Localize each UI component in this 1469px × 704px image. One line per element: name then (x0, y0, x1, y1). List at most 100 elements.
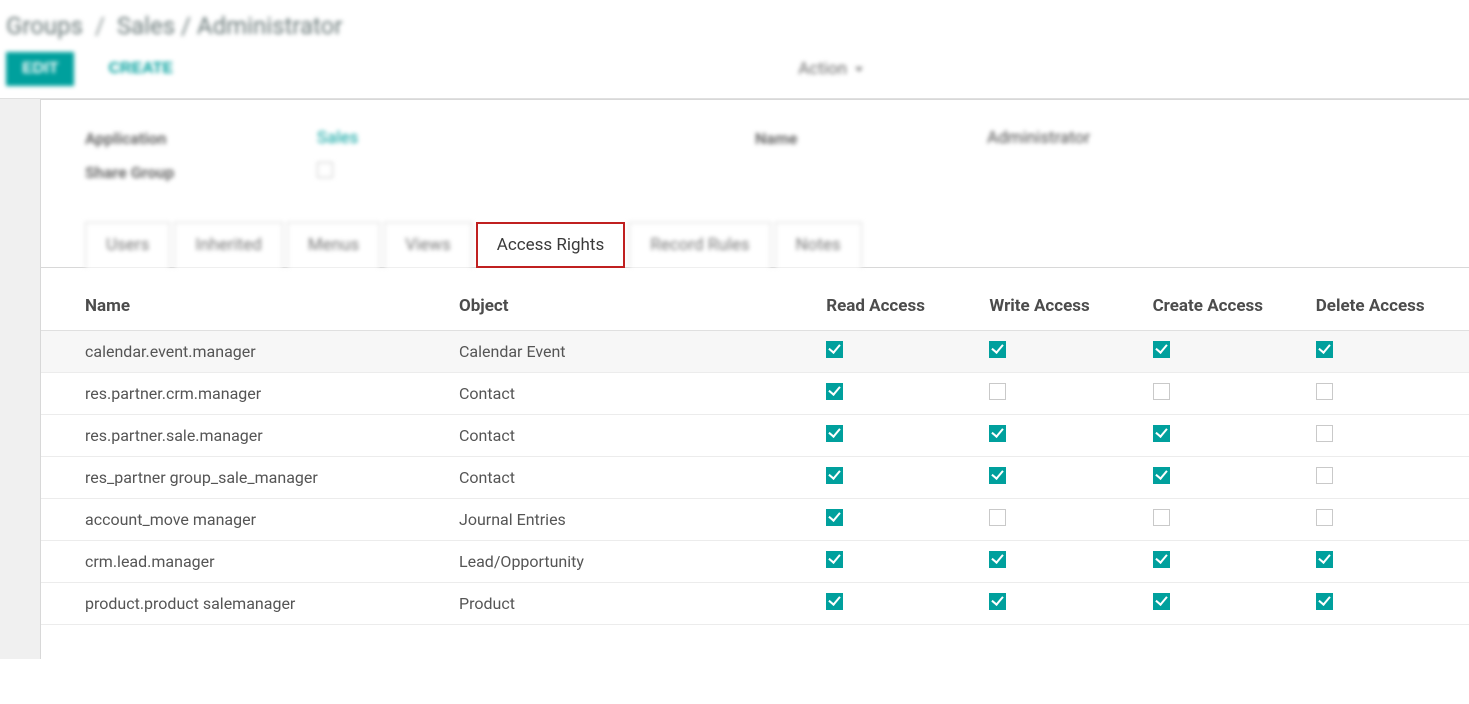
name-label: Name (755, 129, 987, 148)
breadcrumb-current: Sales / Administrator (117, 12, 343, 40)
cell-read (816, 373, 979, 415)
cell-create (1143, 415, 1306, 457)
cell-name: res.partner.sale.manager (41, 415, 449, 457)
cell-name: product.product salemanager (41, 583, 449, 625)
cell-read (816, 331, 979, 373)
col-delete[interactable]: Delete Access (1306, 268, 1469, 331)
tab-notes[interactable]: Notes (775, 222, 862, 268)
cell-object: Contact (449, 415, 816, 457)
cell-read (816, 415, 979, 457)
cell-create (1143, 541, 1306, 583)
tab-views[interactable]: Views (384, 222, 472, 268)
cell-create (1143, 583, 1306, 625)
checkbox-icon[interactable] (826, 551, 843, 568)
cell-write (979, 457, 1142, 499)
checkbox-icon[interactable] (1316, 383, 1333, 400)
checkbox-icon[interactable] (989, 509, 1006, 526)
table-row[interactable]: product.product salemanagerProduct (41, 583, 1469, 625)
tab-users[interactable]: Users (85, 222, 170, 268)
cell-write (979, 373, 1142, 415)
cell-delete (1306, 499, 1469, 541)
checkbox-icon[interactable] (1153, 425, 1170, 442)
cell-create (1143, 331, 1306, 373)
table-row[interactable]: res.partner.sale.managerContact (41, 415, 1469, 457)
table-row[interactable]: crm.lead.managerLead/Opportunity (41, 541, 1469, 583)
cell-create (1143, 499, 1306, 541)
checkbox-icon[interactable] (989, 467, 1006, 484)
cell-object: Calendar Event (449, 331, 816, 373)
cell-object: Journal Entries (449, 499, 816, 541)
application-label: Application (85, 129, 317, 148)
table-row[interactable]: calendar.event.managerCalendar Event (41, 331, 1469, 373)
checkbox-icon[interactable] (1153, 551, 1170, 568)
cell-delete (1306, 373, 1469, 415)
col-read[interactable]: Read Access (816, 268, 979, 331)
checkbox-icon[interactable] (1316, 551, 1333, 568)
col-create[interactable]: Create Access (1143, 268, 1306, 331)
cell-delete (1306, 457, 1469, 499)
checkbox-icon[interactable] (1316, 425, 1333, 442)
cell-object: Lead/Opportunity (449, 541, 816, 583)
checkbox-icon[interactable] (826, 593, 843, 610)
col-write[interactable]: Write Access (979, 268, 1142, 331)
checkbox-icon[interactable] (989, 425, 1006, 442)
checkbox-icon[interactable] (826, 509, 843, 526)
access-rights-table: Name Object Read Access Write Access Cre… (41, 268, 1469, 625)
tab-access-rights[interactable]: Access Rights (476, 222, 626, 268)
col-name[interactable]: Name (41, 268, 449, 331)
create-button[interactable]: CREATE (92, 52, 189, 86)
checkbox-icon[interactable] (989, 341, 1006, 358)
checkbox-icon[interactable] (989, 593, 1006, 610)
cell-read (816, 541, 979, 583)
breadcrumb: Groups / Sales / Administrator (6, 12, 1463, 52)
checkbox-icon[interactable] (826, 467, 843, 484)
checkbox-icon[interactable] (826, 383, 843, 400)
checkbox-icon[interactable] (826, 425, 843, 442)
tab-bar: Users Inherited Menus Views Access Right… (41, 221, 1469, 268)
col-object[interactable]: Object (449, 268, 816, 331)
cell-write (979, 541, 1142, 583)
cell-create (1143, 373, 1306, 415)
checkbox-icon[interactable] (989, 551, 1006, 568)
checkbox-icon[interactable] (1316, 509, 1333, 526)
table-row[interactable]: res.partner.crm.managerContact (41, 373, 1469, 415)
action-label: Action (798, 59, 847, 79)
checkbox-icon[interactable] (1153, 509, 1170, 526)
cell-delete (1306, 541, 1469, 583)
checkbox-icon[interactable] (826, 341, 843, 358)
checkbox-icon[interactable] (1153, 593, 1170, 610)
share-group-checkbox[interactable] (317, 162, 333, 178)
cell-object: Contact (449, 457, 816, 499)
chevron-down-icon (855, 67, 863, 72)
edit-button[interactable]: EDIT (6, 52, 74, 86)
cell-delete (1306, 331, 1469, 373)
share-group-label: Share Group (85, 163, 317, 182)
cell-write (979, 331, 1142, 373)
cell-name: res_partner group_sale_manager (41, 457, 449, 499)
cell-object: Product (449, 583, 816, 625)
cell-read (816, 457, 979, 499)
cell-write (979, 499, 1142, 541)
cell-write (979, 415, 1142, 457)
breadcrumb-root[interactable]: Groups (6, 12, 83, 40)
tab-record-rules[interactable]: Record Rules (629, 222, 770, 268)
checkbox-icon[interactable] (1153, 467, 1170, 484)
checkbox-icon[interactable] (1153, 383, 1170, 400)
cell-name: crm.lead.manager (41, 541, 449, 583)
cell-create (1143, 457, 1306, 499)
application-value[interactable]: Sales (317, 128, 358, 148)
cell-name: calendar.event.manager (41, 331, 449, 373)
tab-menus[interactable]: Menus (287, 222, 380, 268)
breadcrumb-separator: / (95, 12, 105, 40)
table-row[interactable]: account_move managerJournal Entries (41, 499, 1469, 541)
action-dropdown[interactable]: Action (798, 59, 863, 79)
cell-name: account_move manager (41, 499, 449, 541)
table-row[interactable]: res_partner group_sale_managerContact (41, 457, 1469, 499)
checkbox-icon[interactable] (989, 383, 1006, 400)
checkbox-icon[interactable] (1316, 467, 1333, 484)
checkbox-icon[interactable] (1316, 341, 1333, 358)
cell-read (816, 499, 979, 541)
checkbox-icon[interactable] (1153, 341, 1170, 358)
tab-inherited[interactable]: Inherited (174, 222, 282, 268)
checkbox-icon[interactable] (1316, 593, 1333, 610)
